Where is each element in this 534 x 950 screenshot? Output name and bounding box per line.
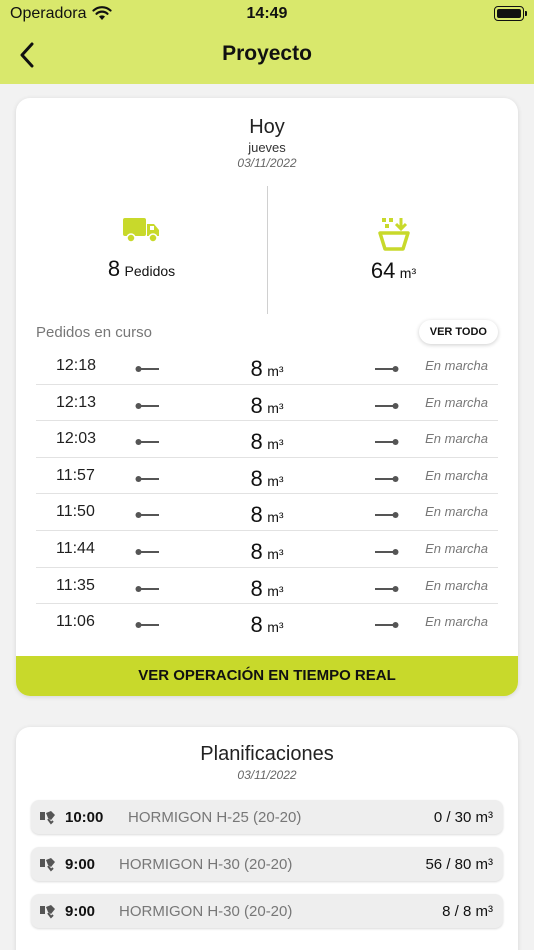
page-title: Proyecto (222, 42, 312, 65)
planning-time: 9:00 (65, 856, 96, 873)
order-volume: 8 (250, 356, 263, 381)
order-volume: 8 (250, 502, 263, 528)
planning-list: 10:00 HORMIGON H-25 (20-20) 0 / 30 m³ 9:… (31, 800, 503, 941)
order-status: En marcha (425, 358, 488, 373)
handshake-icon (40, 858, 55, 872)
order-row[interactable]: 11:50 8 m³ En marcha (36, 494, 498, 531)
order-status: En marcha (425, 394, 488, 410)
order-unit: m³ (267, 582, 284, 599)
order-volume: 8 (250, 465, 263, 491)
order-volume: 8 (250, 429, 263, 455)
planning-item[interactable]: 9:00 HORMIGON H-30 (20-20) 8 / 8 m³ (31, 894, 503, 928)
route-end-icon (375, 366, 399, 372)
order-unit: m³ (267, 436, 284, 453)
orders-list: 12:18 8 m³ En marcha 12:13 8 m³ En march… (36, 348, 498, 641)
orders-label: Pedidos (124, 263, 176, 279)
order-status: En marcha (425, 504, 488, 520)
route-end-icon (375, 512, 399, 519)
in-progress-label: Pedidos en curso (36, 324, 152, 341)
planning-date: 03/11/2022 (237, 768, 297, 782)
order-row[interactable]: 11:57 8 m³ En marcha (36, 458, 498, 495)
planning-item[interactable]: 10:00 HORMIGON H-25 (20-20) 0 / 30 m³ (31, 800, 503, 834)
today-date: 03/11/2022 (237, 156, 297, 170)
planning-quantity: 8 / 8 m³ (442, 903, 493, 920)
planning-quantity: 0 / 30 m³ (433, 809, 493, 826)
order-volume: 8 (250, 612, 263, 638)
planning-product: HORMIGON H-30 (20-20) (119, 903, 293, 920)
nav-bar: Proyecto (0, 28, 534, 84)
route-end-icon (375, 402, 399, 409)
weekday-label: jueves (248, 140, 286, 155)
truck-icon (122, 218, 159, 243)
volume-stat: 64 m³ (268, 216, 518, 296)
route-end-icon (375, 439, 399, 446)
order-volume: 8 (250, 575, 263, 601)
hopper-icon (377, 218, 410, 251)
order-row[interactable]: 11:06 8 m³ En marcha (36, 604, 498, 641)
order-unit: m³ (267, 545, 284, 562)
orders-stat: 8 Pedidos (16, 216, 267, 296)
orders-count: 8 (107, 256, 121, 281)
planning-product: HORMIGON H-25 (20-20) (128, 809, 302, 826)
order-unit: m³ (267, 619, 284, 636)
route-end-icon (375, 475, 399, 482)
day-label: Hoy (249, 116, 285, 138)
order-unit: m³ (267, 509, 284, 526)
status-bar: Operadora 14:49 (0, 0, 534, 28)
planning-title: Planificaciones (200, 743, 334, 765)
order-status: En marcha (425, 540, 488, 556)
realtime-operation-button[interactable]: VER OPERACIÓN EN TIEMPO REAL (16, 656, 518, 696)
order-status: En marcha (425, 467, 488, 483)
order-row[interactable]: 12:03 8 m³ En marcha (36, 421, 498, 458)
order-unit: m³ (267, 399, 284, 416)
handshake-icon (40, 811, 55, 825)
order-volume: 8 (250, 538, 263, 564)
route-end-icon (375, 622, 399, 629)
battery-icon (494, 6, 527, 21)
today-card: Hoy jueves 03/11/2022 8 Pedidos 64 m³ Pe… (16, 98, 518, 696)
planning-product: HORMIGON H-30 (20-20) (119, 856, 293, 873)
planning-item[interactable]: 9:00 HORMIGON H-30 (20-20) 56 / 80 m³ (31, 847, 503, 881)
planning-time: 10:00 (65, 809, 104, 826)
order-volume: 8 (250, 392, 263, 418)
handshake-icon (40, 905, 55, 919)
order-status: En marcha (425, 431, 488, 447)
route-end-icon (375, 548, 399, 555)
planning-quantity: 56 / 80 m³ (425, 856, 493, 873)
volume-unit: m³ (399, 265, 417, 281)
order-status: En marcha (425, 614, 488, 630)
volume-value: 64 (370, 258, 396, 283)
clock: 14:49 (246, 5, 288, 22)
order-row[interactable]: 11:35 8 m³ En marcha (36, 568, 498, 605)
order-row[interactable]: 12:18 8 m³ En marcha (36, 348, 498, 385)
order-unit: m³ (267, 472, 284, 489)
order-unit: m³ (267, 363, 284, 379)
order-status: En marcha (425, 577, 488, 593)
order-row[interactable]: 11:44 8 m³ En marcha (36, 531, 498, 568)
planning-time: 9:00 (65, 903, 96, 920)
order-row[interactable]: 12:13 8 m³ En marcha (36, 385, 498, 422)
planning-card: Planificaciones 03/11/2022 10:00 HORMIGO… (16, 727, 518, 950)
view-all-button[interactable]: VER TODO (418, 320, 498, 344)
route-end-icon (375, 585, 399, 592)
